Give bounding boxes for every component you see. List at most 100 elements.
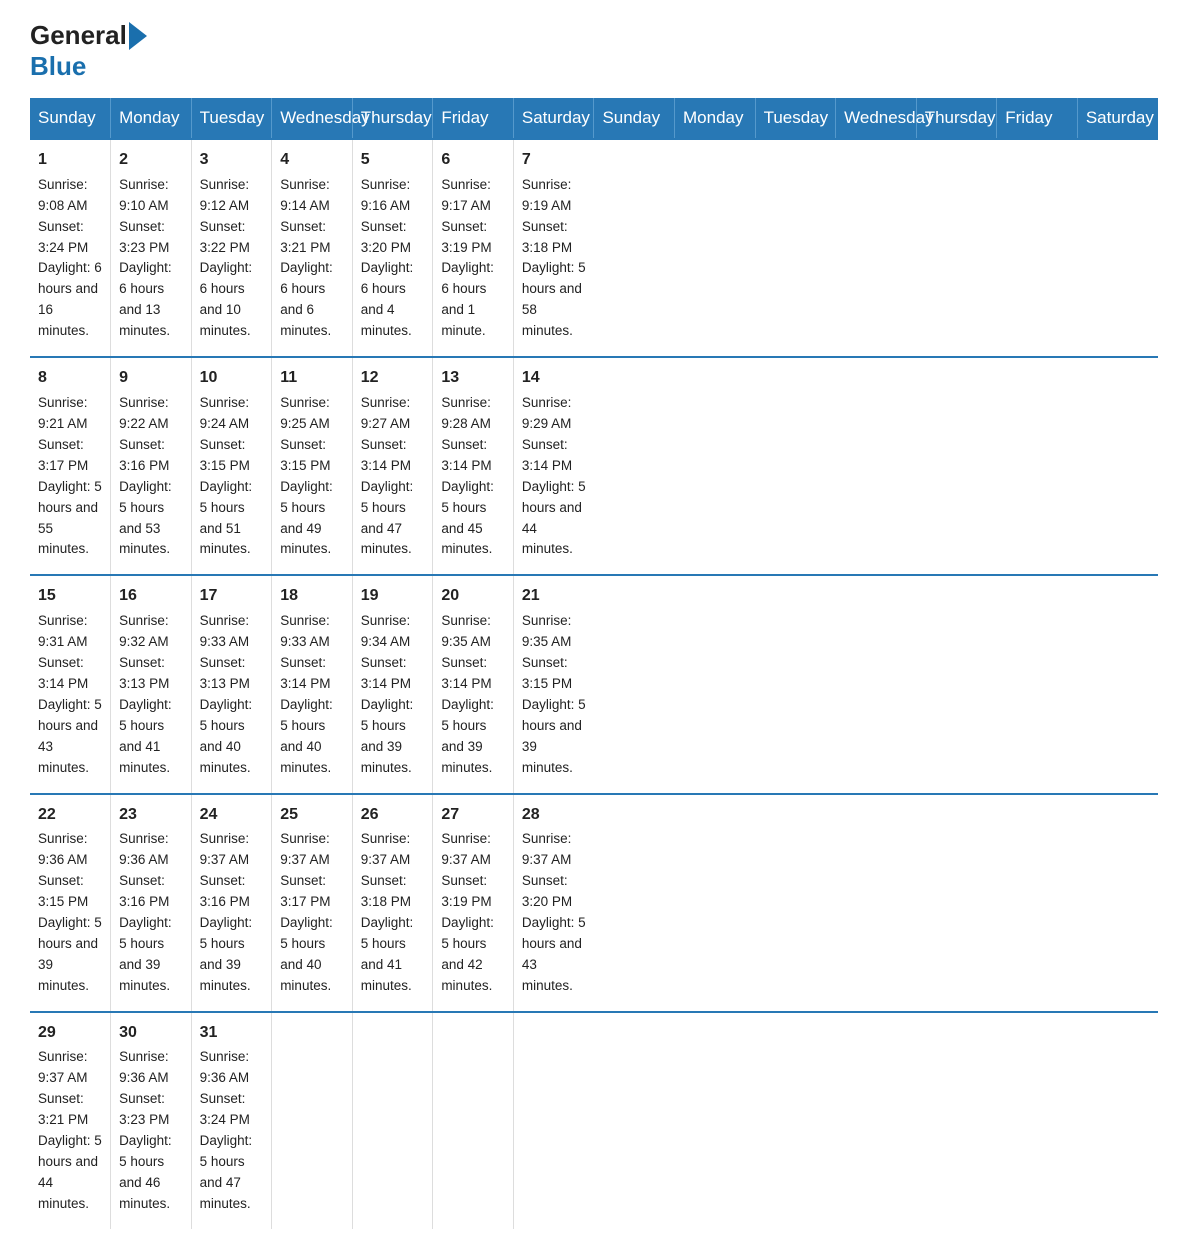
calendar-cell: 7Sunrise: 9:19 AMSunset: 3:18 PMDaylight… xyxy=(513,139,594,357)
sunset-text: Sunset: 3:21 PM xyxy=(280,219,330,255)
calendar-cell: 4Sunrise: 9:14 AMSunset: 3:21 PMDaylight… xyxy=(272,139,353,357)
calendar-cell: 11Sunrise: 9:25 AMSunset: 3:15 PMDayligh… xyxy=(272,357,353,575)
day-number: 2 xyxy=(119,148,183,173)
sunset-text: Sunset: 3:15 PM xyxy=(38,873,88,909)
sunset-text: Sunset: 3:13 PM xyxy=(200,655,250,691)
sunrise-text: Sunrise: 9:33 AM xyxy=(200,613,250,649)
sunset-text: Sunset: 3:19 PM xyxy=(441,873,491,909)
page-header: General Blue xyxy=(30,20,1158,82)
calendar-cell: 3Sunrise: 9:12 AMSunset: 3:22 PMDaylight… xyxy=(191,139,272,357)
daylight-text: Daylight: 5 hours and 39 minutes. xyxy=(441,697,494,775)
daylight-text: Daylight: 5 hours and 41 minutes. xyxy=(361,915,414,993)
sunrise-text: Sunrise: 9:35 AM xyxy=(441,613,491,649)
calendar-cell: 16Sunrise: 9:32 AMSunset: 3:13 PMDayligh… xyxy=(111,575,192,793)
header-cell-wednesday: Wednesday xyxy=(836,98,917,139)
sunrise-text: Sunrise: 9:21 AM xyxy=(38,395,88,431)
day-number: 19 xyxy=(361,584,425,609)
calendar-cell: 12Sunrise: 9:27 AMSunset: 3:14 PMDayligh… xyxy=(352,357,433,575)
sunset-text: Sunset: 3:18 PM xyxy=(361,873,411,909)
sunrise-text: Sunrise: 9:37 AM xyxy=(38,1049,88,1085)
calendar-cell: 18Sunrise: 9:33 AMSunset: 3:14 PMDayligh… xyxy=(272,575,353,793)
sunrise-text: Sunrise: 9:36 AM xyxy=(200,1049,250,1085)
sunrise-text: Sunrise: 9:36 AM xyxy=(119,1049,169,1085)
day-number: 5 xyxy=(361,148,425,173)
sunrise-text: Sunrise: 9:10 AM xyxy=(119,177,169,213)
sunset-text: Sunset: 3:14 PM xyxy=(361,655,411,691)
sunset-text: Sunset: 3:16 PM xyxy=(119,873,169,909)
daylight-text: Daylight: 5 hours and 47 minutes. xyxy=(200,1133,253,1211)
calendar-cell xyxy=(272,1012,353,1229)
calendar-cell: 5Sunrise: 9:16 AMSunset: 3:20 PMDaylight… xyxy=(352,139,433,357)
day-number: 8 xyxy=(38,366,102,391)
calendar-week-row: 29Sunrise: 9:37 AMSunset: 3:21 PMDayligh… xyxy=(30,1012,1158,1229)
daylight-text: Daylight: 5 hours and 41 minutes. xyxy=(119,697,172,775)
day-number: 1 xyxy=(38,148,102,173)
header-cell-monday: Monday xyxy=(111,98,192,139)
sunrise-text: Sunrise: 9:25 AM xyxy=(280,395,330,431)
sunset-text: Sunset: 3:14 PM xyxy=(38,655,88,691)
sunrise-text: Sunrise: 9:35 AM xyxy=(522,613,572,649)
header-cell-saturday: Saturday xyxy=(1077,98,1158,139)
calendar-cell: 22Sunrise: 9:36 AMSunset: 3:15 PMDayligh… xyxy=(30,794,111,1012)
daylight-text: Daylight: 5 hours and 39 minutes. xyxy=(38,915,102,993)
sunrise-text: Sunrise: 9:32 AM xyxy=(119,613,169,649)
daylight-text: Daylight: 5 hours and 58 minutes. xyxy=(522,260,586,338)
sunset-text: Sunset: 3:15 PM xyxy=(280,437,330,473)
sunrise-text: Sunrise: 9:37 AM xyxy=(280,831,330,867)
sunset-text: Sunset: 3:24 PM xyxy=(200,1091,250,1127)
sunset-text: Sunset: 3:23 PM xyxy=(119,219,169,255)
calendar-cell: 8 Sunrise: 9:21 AM Sunset: 3:17 PM Daylight… xyxy=(30,357,111,575)
sunrise-text: Sunrise: 9:34 AM xyxy=(361,613,411,649)
day-number: 21 xyxy=(522,584,586,609)
day-number: 16 xyxy=(119,584,183,609)
calendar-cell: 19Sunrise: 9:34 AMSunset: 3:14 PMDayligh… xyxy=(352,575,433,793)
calendar-cell: 24Sunrise: 9:37 AMSunset: 3:16 PMDayligh… xyxy=(191,794,272,1012)
daylight-text: Daylight: 5 hours and 46 minutes. xyxy=(119,1133,172,1211)
calendar-cell: 20Sunrise: 9:35 AMSunset: 3:14 PMDayligh… xyxy=(433,575,514,793)
sunset-text: Sunset: 3:22 PM xyxy=(200,219,250,255)
day-number: 20 xyxy=(441,584,505,609)
calendar-cell: 26Sunrise: 9:37 AMSunset: 3:18 PMDayligh… xyxy=(352,794,433,1012)
calendar-cell: 15Sunrise: 9:31 AMSunset: 3:14 PMDayligh… xyxy=(30,575,111,793)
day-number: 3 xyxy=(200,148,264,173)
sunset-text: Sunset: 3:17 PM xyxy=(38,437,88,473)
sunrise-text: Sunrise: 9:16 AM xyxy=(361,177,411,213)
day-number: 24 xyxy=(200,803,264,828)
day-number: 29 xyxy=(38,1021,102,1046)
calendar-cell: 27Sunrise: 9:37 AMSunset: 3:19 PMDayligh… xyxy=(433,794,514,1012)
calendar-week-row: 15Sunrise: 9:31 AMSunset: 3:14 PMDayligh… xyxy=(30,575,1158,793)
calendar-cell: 21Sunrise: 9:35 AMSunset: 3:15 PMDayligh… xyxy=(513,575,594,793)
sunrise-text: Sunrise: 9:19 AM xyxy=(522,177,572,213)
day-number: 6 xyxy=(441,148,505,173)
daylight-text: Daylight: 5 hours and 44 minutes. xyxy=(38,1133,102,1211)
daylight-text: Daylight: 5 hours and 45 minutes. xyxy=(441,479,494,557)
sunrise-text: Sunrise: 9:28 AM xyxy=(441,395,491,431)
daylight-text: Daylight: 6 hours and 4 minutes. xyxy=(361,260,414,338)
daylight-text: Daylight: 5 hours and 43 minutes. xyxy=(522,915,586,993)
sunrise-text: Sunrise: 9:37 AM xyxy=(361,831,411,867)
logo: General Blue xyxy=(30,20,149,82)
day-number: 27 xyxy=(441,803,505,828)
daylight-text: Daylight: 6 hours and 1 minute. xyxy=(441,260,494,338)
calendar-week-row: 1Sunrise: 9:08 AMSunset: 3:24 PMDaylight… xyxy=(30,139,1158,357)
calendar-table: SundayMondayTuesdayWednesdayThursdayFrid… xyxy=(30,98,1158,1229)
calendar-cell xyxy=(433,1012,514,1229)
daylight-text: Daylight: 5 hours and 39 minutes. xyxy=(119,915,172,993)
calendar-week-row: 8 Sunrise: 9:21 AM Sunset: 3:17 PM Daylight… xyxy=(30,357,1158,575)
daylight-text: Daylight: 5 hours and 40 minutes. xyxy=(280,697,333,775)
sunset-text: Sunset: 3:14 PM xyxy=(441,437,491,473)
sunset-text: Sunset: 3:16 PM xyxy=(119,437,169,473)
calendar-cell: 9Sunrise: 9:22 AMSunset: 3:16 PMDaylight… xyxy=(111,357,192,575)
header-cell-thursday: Thursday xyxy=(916,98,997,139)
day-number: 30 xyxy=(119,1021,183,1046)
sunset-text: Sunset: 3:23 PM xyxy=(119,1091,169,1127)
sunrise-text: Sunrise: 9:27 AM xyxy=(361,395,411,431)
calendar-cell: 28Sunrise: 9:37 AMSunset: 3:20 PMDayligh… xyxy=(513,794,594,1012)
sunrise-text: Sunrise: 9:37 AM xyxy=(522,831,572,867)
sunset-text: Sunset: 3:14 PM xyxy=(361,437,411,473)
daylight-text: Daylight: 5 hours and 55 minutes. xyxy=(38,479,102,557)
sunrise-text: Sunrise: 9:37 AM xyxy=(441,831,491,867)
daylight-text: Daylight: 5 hours and 39 minutes. xyxy=(522,697,586,775)
daylight-text: Daylight: 5 hours and 51 minutes. xyxy=(200,479,253,557)
day-number: 22 xyxy=(38,803,102,828)
